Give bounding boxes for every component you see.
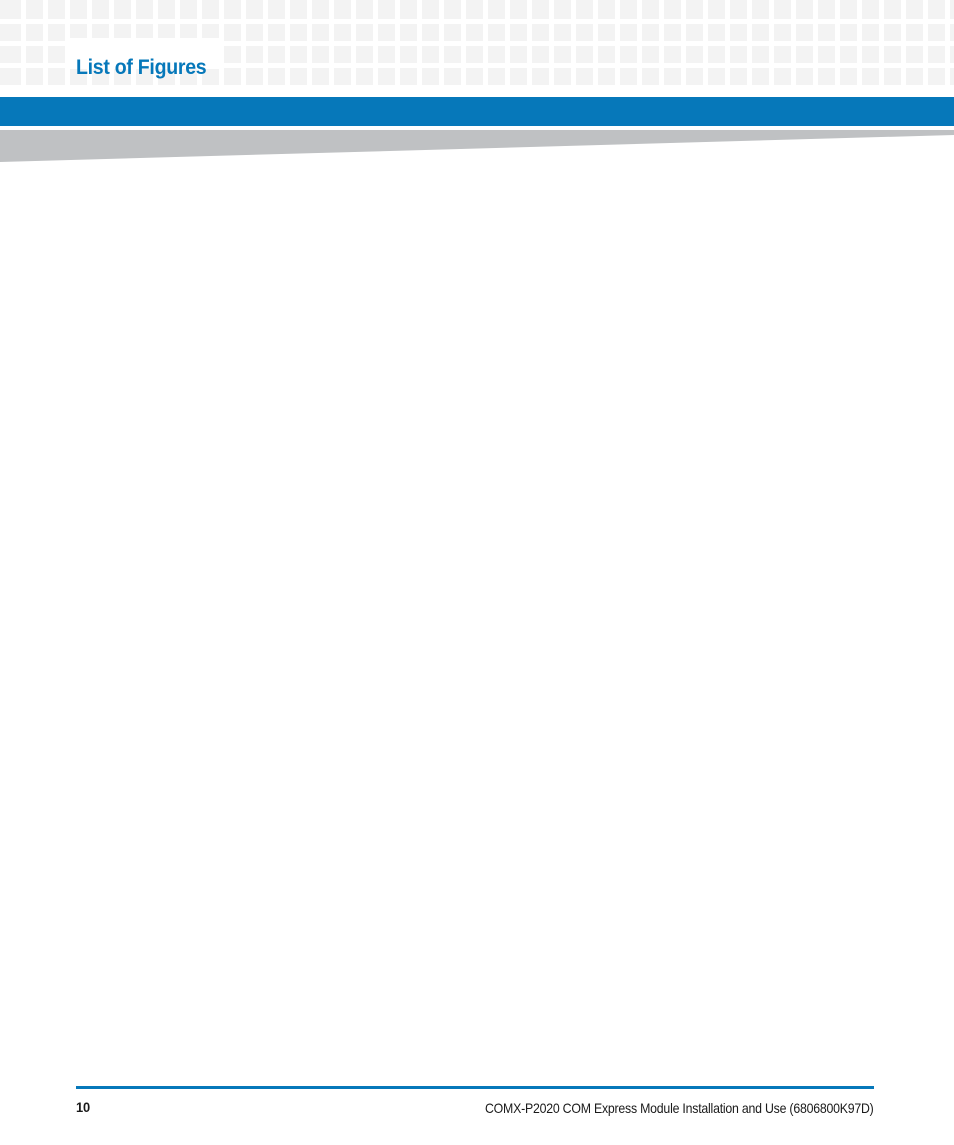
page-title: List of Figures (76, 56, 207, 80)
pattern-row-gap (0, 85, 954, 97)
page-footer: 10 COMX-P2020 COM Express Module Install… (0, 1080, 954, 1140)
document-page: List of Figures 10 COMX-P2020 COM Expres… (0, 0, 954, 1145)
footer-document-title: COMX-P2020 COM Express Module Installati… (485, 1100, 874, 1116)
footer-page-number: 10 (76, 1099, 90, 1115)
header-banner-bar (0, 97, 954, 126)
footer-rule (76, 1086, 874, 1089)
header-wedge-graphic (0, 126, 954, 166)
page-content-area (76, 180, 874, 1060)
pattern-row-gap (0, 19, 954, 24)
